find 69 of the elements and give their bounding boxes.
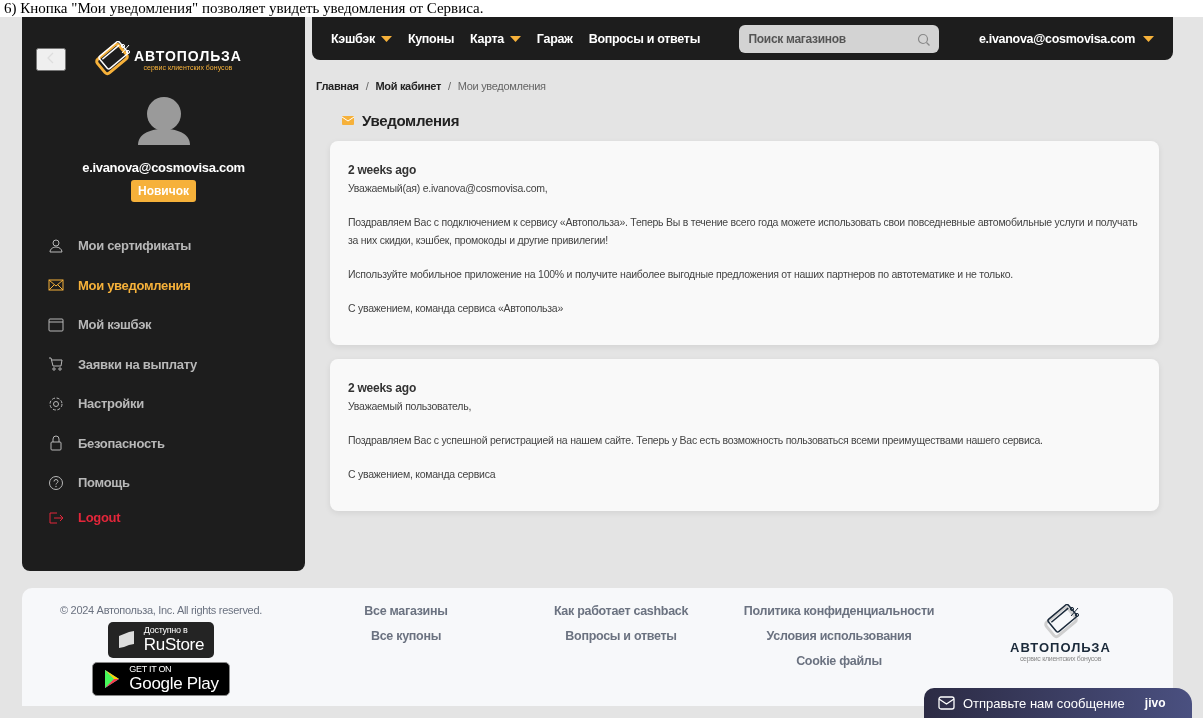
notification-text: Уважаемый(ая) e.ivanova@cosmovisa.com, — [348, 181, 549, 196]
user-email: e.ivanova@cosmovisa.com — [82, 160, 245, 175]
sidebar-item[interactable]: Заявки на выплату — [22, 344, 305, 384]
envelope-icon — [48, 277, 64, 294]
breadcrumb-link[interactable]: Мой кабинет — [375, 80, 441, 92]
caret-icon — [1143, 35, 1154, 42]
help-icon — [48, 474, 64, 491]
search-field[interactable]: Поиск магазинов — [739, 24, 940, 53]
breadcrumb-link[interactable]: Мои уведомления — [457, 80, 546, 92]
footer-link[interactable]: Все магазины — [364, 604, 448, 618]
breadcrumb-link[interactable]: Главная — [316, 80, 359, 92]
settings-icon — [48, 395, 64, 412]
envelope-icon — [938, 696, 955, 710]
sidebar-item[interactable]: Безопасность — [22, 423, 305, 463]
user-level-badge: Новичок — [130, 180, 197, 202]
document-caption: 6) Кнопка "Мои уведомления" позволяет увидеть уведомления от Сервиса. — [0, 0, 1203, 17]
notification-text: С уважением, команда сервиса «Автопольза» — [348, 301, 564, 316]
chat-brand: jivo — [1144, 696, 1166, 710]
notification-time: 2 weeks ago — [348, 380, 417, 397]
section-title: Уведомления — [362, 112, 460, 129]
nav-link[interactable]: Гараж — [536, 31, 573, 46]
sidebar-item[interactable]: Настройки — [22, 384, 305, 424]
rustore-logo-icon — [117, 630, 136, 650]
caret-icon — [380, 35, 392, 42]
nav-link[interactable]: Купоны — [407, 31, 455, 46]
notification-text: Уважаемый пользователь, — [348, 399, 473, 414]
google-play-badge[interactable]: GET IT ON Google Play — [92, 662, 230, 696]
sidebar-item[interactable]: Мои сертификаты — [22, 226, 305, 266]
envelope-icon — [342, 116, 354, 125]
logo-text: АВТОПОЛЬЗА — [1010, 640, 1111, 655]
chat-button[interactable]: Отправьте нам сообщение jivo — [924, 688, 1192, 718]
window-icon — [48, 316, 64, 333]
notification-text: Поздравляем Вас с подключением к сервису «Автопольза». Теперь Вы в течение всего года можете использовать свои повседневные автомобильные услуги и получать за них скидки, кэшбек, промокоды и другие привилегии! — [348, 215, 1139, 248]
footer-link[interactable]: Условия использования — [766, 629, 912, 643]
footer-link[interactable]: Вопросы и ответы — [565, 629, 677, 643]
badge-caption: Доступно в — [143, 626, 189, 636]
logout-icon — [48, 509, 64, 526]
footer-link[interactable]: Все купоны — [371, 629, 441, 643]
logout-link[interactable]: Logout — [22, 502, 305, 533]
person-icon — [48, 237, 64, 254]
nav-link[interactable]: Кэшбэк — [331, 31, 392, 46]
notification-text: С уважением, команда сервиса — [348, 467, 497, 482]
back-button[interactable] — [36, 47, 66, 71]
sidebar-item[interactable]: Мой кэшбэк — [22, 305, 305, 345]
footer-link[interactable]: Cookie файлы — [796, 654, 882, 668]
cart-icon — [48, 356, 64, 373]
rustore-badge[interactable]: Доступно в RuStore — [107, 622, 215, 658]
notification-time: 2 weeks ago — [348, 162, 417, 179]
footer-link[interactable]: Как работает cashback — [553, 604, 689, 618]
logo-text: АВТОПОЛЬЗА — [134, 47, 242, 64]
breadcrumb-separator: / — [448, 80, 451, 92]
card-logo-icon — [92, 41, 132, 77]
footer-link[interactable]: Политика конфиденциальности — [743, 604, 935, 618]
caret-icon — [509, 35, 521, 42]
store-name: RuStore — [143, 635, 205, 654]
chat-label: Отправьте нам сообщение — [963, 695, 1125, 711]
account-menu[interactable]: e.ivanova@cosmovisa.com — [978, 31, 1154, 46]
badge-caption: GET IT ON — [129, 665, 173, 675]
copyright-text: © 2024 Автопольза, Inc. All rights reserved. — [60, 604, 262, 616]
sidebar-item[interactable]: Мои уведомления — [22, 265, 305, 305]
nav-link[interactable]: Вопросы и ответы — [588, 31, 700, 46]
search-icon — [917, 32, 931, 46]
notification-text: Поздравляем Вас с успешной регистрацией на нашем сайте. Теперь у Вас есть возможность пользоваться всеми преимуществами нашего сервиса. — [348, 433, 1044, 448]
nav-link[interactable]: Карта — [470, 31, 521, 46]
breadcrumb-separator: / — [365, 80, 369, 92]
notification-text: Используйте мобильное приложение на 100% и получите наиболее выгодные предложения от наших партнеров по автотематике и не только. — [348, 267, 1014, 282]
sidebar-item[interactable]: Помощь — [22, 463, 305, 503]
lock-icon — [48, 435, 64, 452]
store-name: Google Play — [129, 674, 219, 693]
